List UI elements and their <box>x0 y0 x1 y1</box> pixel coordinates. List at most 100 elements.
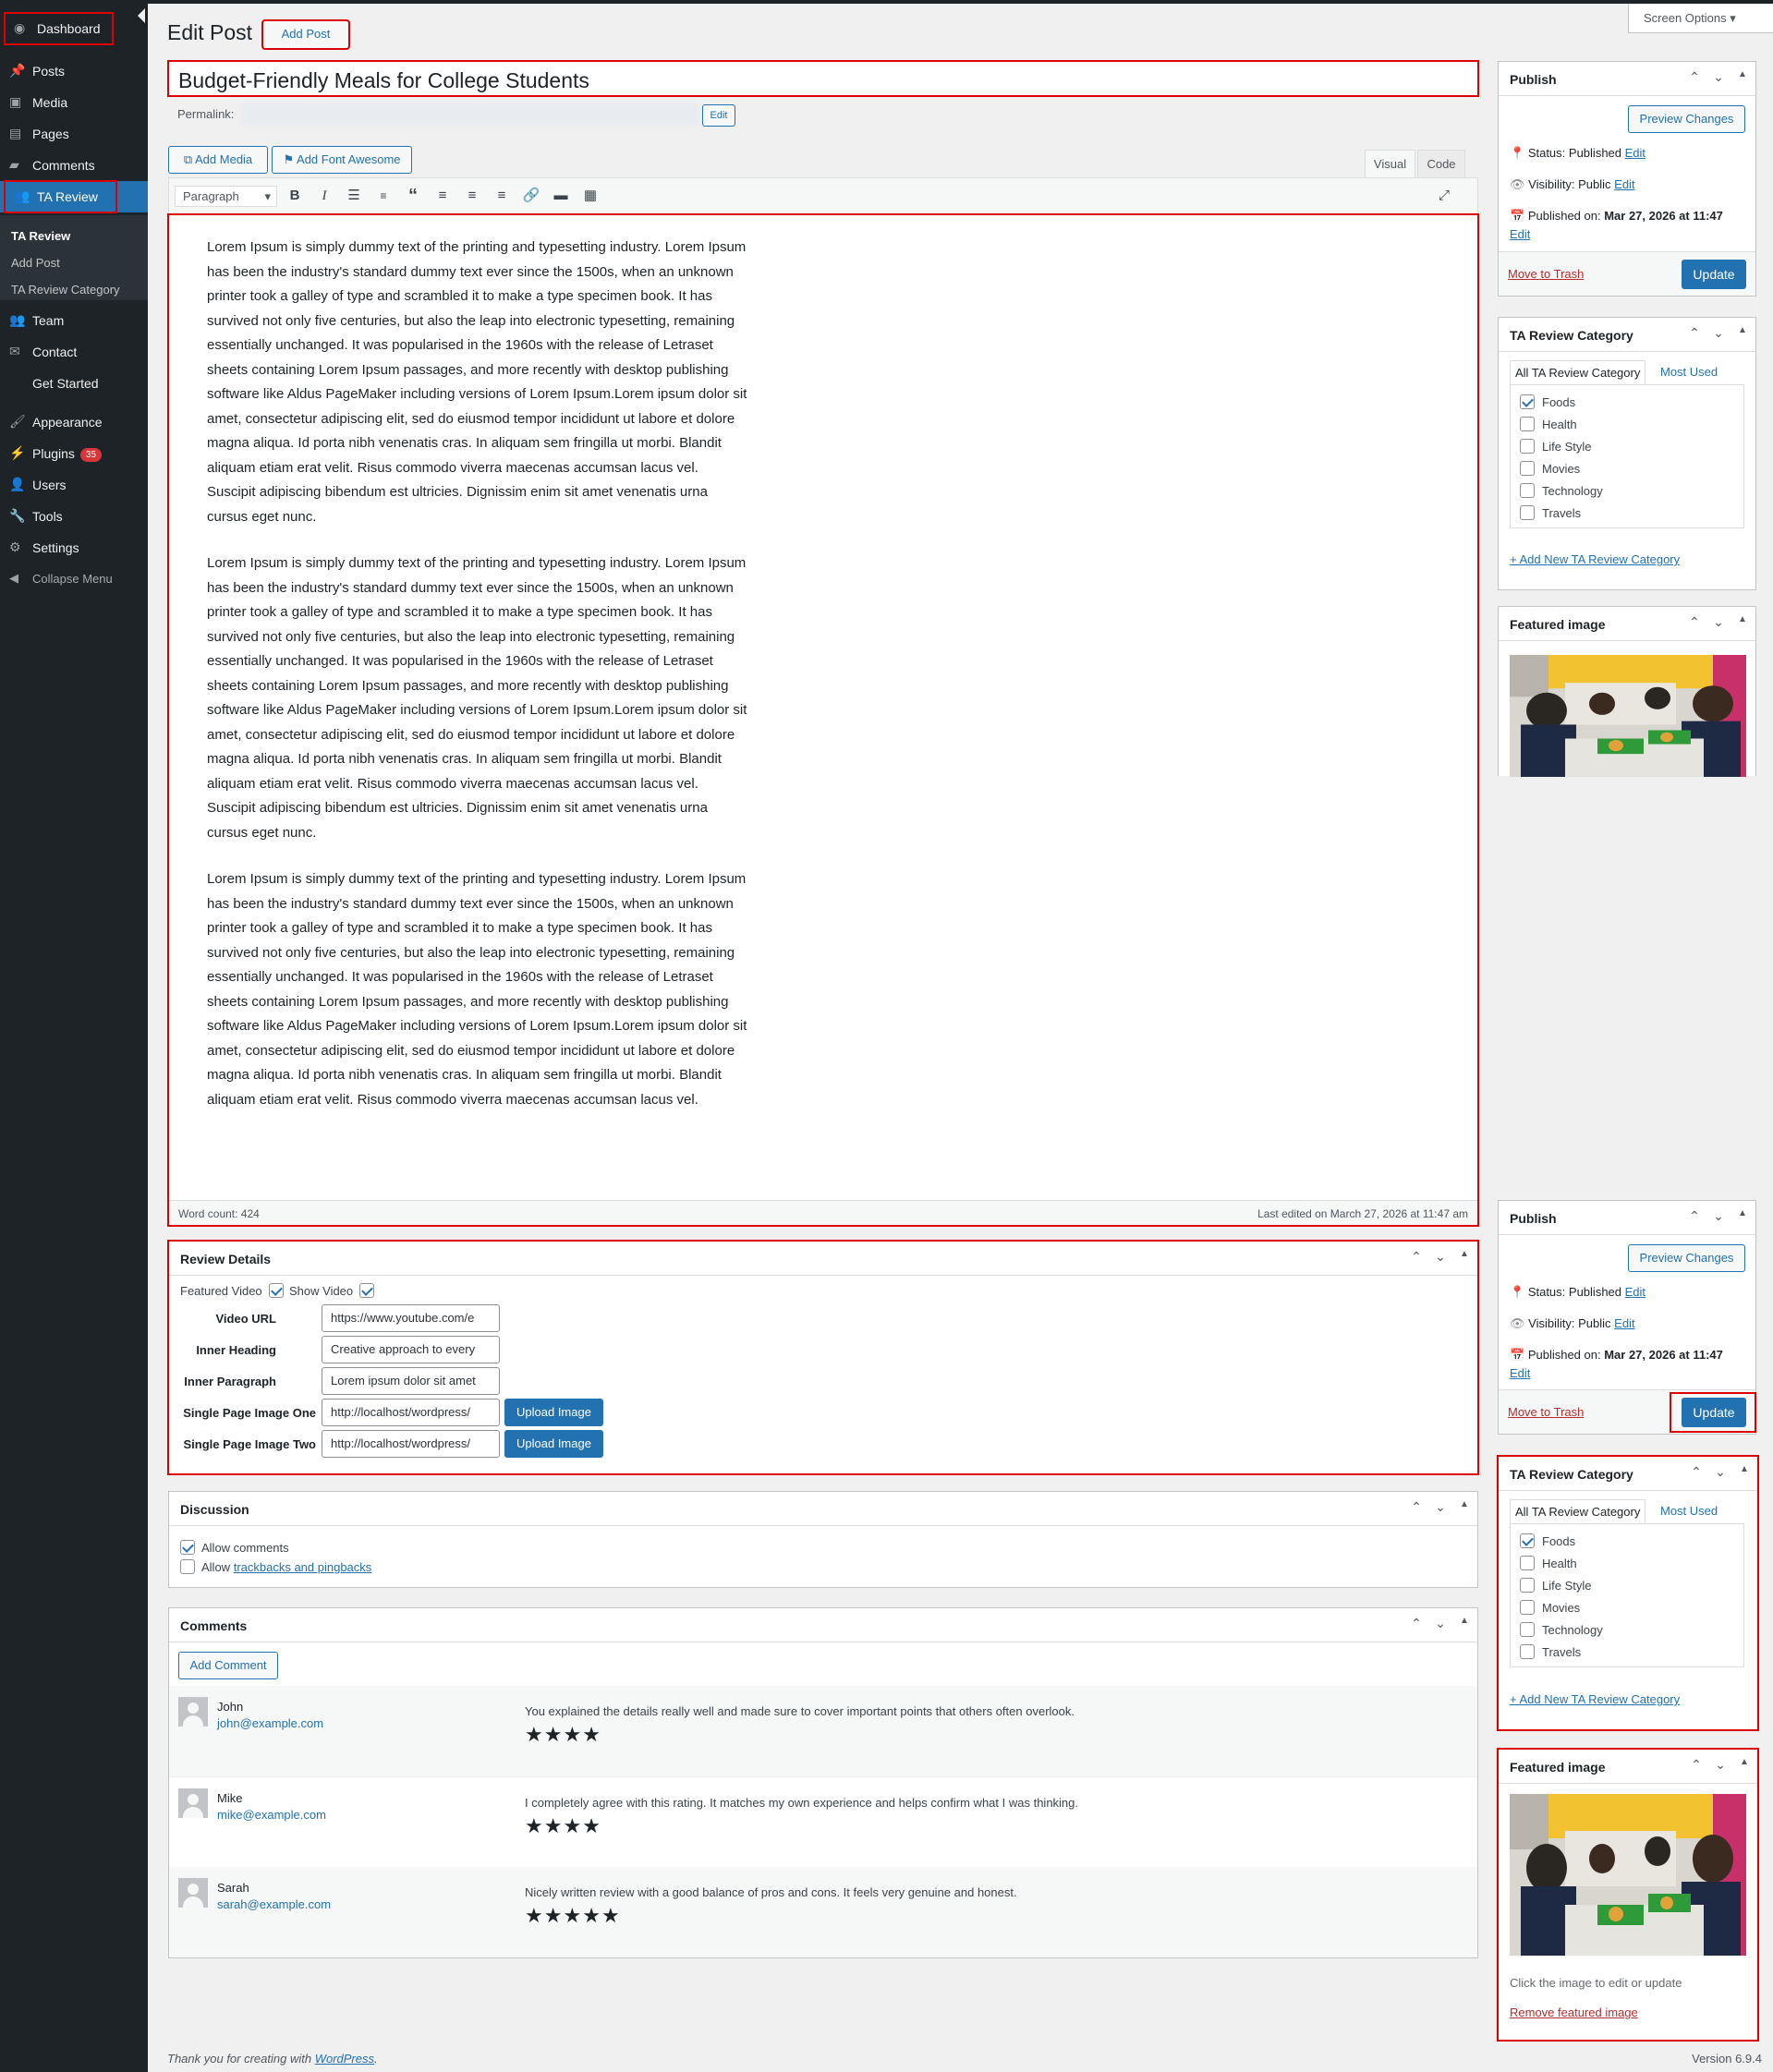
move-up-icon[interactable]: ⌃ <box>1687 1757 1706 1775</box>
status-edit-link[interactable]: Edit <box>1625 1285 1645 1299</box>
collapse-toggle-icon[interactable]: ▲ <box>1733 69 1752 88</box>
published-edit-link[interactable]: Edit <box>1510 227 1530 241</box>
numbered-list-icon[interactable]: ≡ <box>373 186 394 206</box>
move-up-icon[interactable]: ⌃ <box>1685 69 1704 88</box>
italic-icon[interactable]: I <box>314 186 334 206</box>
upload-image-two-button[interactable]: Upload Image <box>504 1430 603 1458</box>
submenu-item[interactable]: TA Review <box>0 223 148 248</box>
sidebar-item-dashboard[interactable]: ◉ Dashboard <box>4 12 114 45</box>
publish-header[interactable]: Publish ⌃ ⌄ ▲ <box>1499 62 1755 96</box>
category-checkbox[interactable] <box>1520 1644 1535 1659</box>
comment-email-link[interactable]: mike@example.com <box>217 1808 326 1822</box>
published-edit-link[interactable]: Edit <box>1510 1366 1530 1380</box>
sidebar-item-collapse-menu[interactable]: ◀ Collapse Menu <box>0 563 148 595</box>
collapse-toggle-icon[interactable]: ▲ <box>1455 1499 1474 1518</box>
tab-visual[interactable]: Visual <box>1365 150 1415 177</box>
move-down-icon[interactable]: ⌄ <box>1431 1616 1450 1634</box>
move-down-icon[interactable]: ⌄ <box>1431 1499 1450 1518</box>
move-to-trash-link[interactable]: Move to Trash <box>1508 267 1584 281</box>
sidebar-item-ta-review[interactable]: 👥 TA Review <box>4 180 117 213</box>
screen-options-button[interactable]: Screen Options ▾ <box>1628 4 1773 33</box>
featured-image-header[interactable]: Featured image ⌃ ⌄ ▲ <box>1499 1750 1757 1784</box>
featured-image-thumbnail[interactable] <box>1510 1794 1746 1956</box>
visibility-edit-link[interactable]: Edit <box>1614 177 1634 191</box>
comment-email-link[interactable]: sarah@example.com <box>217 1897 331 1911</box>
move-to-trash-link[interactable]: Move to Trash <box>1508 1405 1584 1419</box>
category-checkbox[interactable] <box>1520 483 1535 498</box>
add-post-button[interactable]: Add Post <box>261 19 350 50</box>
upload-image-one-button[interactable]: Upload Image <box>504 1399 603 1426</box>
editor-text[interactable]: Lorem Ipsum is simply dummy text of the … <box>207 236 747 1134</box>
editor-paragraph[interactable]: Lorem Ipsum is simply dummy text of the … <box>207 236 747 529</box>
move-up-icon[interactable]: ⌃ <box>1407 1249 1426 1267</box>
visibility-edit-link[interactable]: Edit <box>1614 1316 1634 1330</box>
tab-most-used[interactable]: Most Used <box>1660 1504 1718 1518</box>
move-up-icon[interactable]: ⌃ <box>1407 1499 1426 1518</box>
read-more-icon[interactable]: ▬ <box>551 186 571 206</box>
permalink-edit-button[interactable]: Edit <box>702 104 735 127</box>
category-checkbox[interactable] <box>1520 1600 1535 1615</box>
tab-most-used[interactable]: Most Used <box>1660 365 1718 379</box>
bullet-list-icon[interactable]: ☰ <box>344 186 364 206</box>
status-edit-link[interactable]: Edit <box>1625 146 1645 160</box>
collapse-toggle-icon[interactable]: ▲ <box>1733 614 1752 633</box>
image-one-input[interactable]: http://localhost/wordpress/ <box>322 1399 500 1426</box>
preview-changes-button[interactable]: Preview Changes <box>1628 105 1745 133</box>
move-up-icon[interactable]: ⌃ <box>1407 1616 1426 1634</box>
quote-icon[interactable]: “ <box>403 186 423 206</box>
category-checkbox[interactable] <box>1520 505 1535 520</box>
add-font-awesome-button[interactable]: ⚑ Add Font Awesome <box>272 146 412 174</box>
post-title-input[interactable]: Budget-Friendly Meals for College Studen… <box>167 60 1479 97</box>
move-up-icon[interactable]: ⌃ <box>1685 614 1704 633</box>
sidebar-item-settings[interactable]: ⚙ Settings <box>0 532 148 563</box>
collapse-toggle-icon[interactable]: ▲ <box>1455 1616 1474 1634</box>
publish-header[interactable]: Publish ⌃ ⌄ ▲ <box>1499 1201 1755 1235</box>
move-up-icon[interactable]: ⌃ <box>1685 325 1704 344</box>
move-down-icon[interactable]: ⌄ <box>1711 1757 1730 1775</box>
fullscreen-icon[interactable]: ⤢ <box>1434 186 1454 206</box>
align-right-icon[interactable]: ≡ <box>492 186 512 206</box>
allow-comments-checkbox[interactable] <box>180 1540 195 1555</box>
move-down-icon[interactable]: ⌄ <box>1709 614 1728 633</box>
sidebar-item-get-started[interactable]: Get Started <box>0 368 148 399</box>
collapse-toggle-icon[interactable]: ▲ <box>1735 1464 1754 1483</box>
remove-featured-image-link[interactable]: Remove featured image <box>1510 2005 1638 2019</box>
category-checkbox[interactable] <box>1520 439 1535 454</box>
featured-image-thumbnail[interactable] <box>1510 655 1746 777</box>
move-up-icon[interactable]: ⌃ <box>1687 1464 1706 1483</box>
sidebar-item-pages[interactable]: ▤ Pages <box>0 118 148 150</box>
image-two-input[interactable]: http://localhost/wordpress/ <box>322 1430 500 1458</box>
category-checkbox[interactable] <box>1520 1622 1535 1637</box>
move-up-icon[interactable]: ⌃ <box>1685 1208 1704 1227</box>
featured-video-checkbox[interactable] <box>269 1283 284 1298</box>
toolbar-toggle-icon[interactable]: ▦ <box>580 186 601 206</box>
category-checkbox[interactable] <box>1520 417 1535 431</box>
wordpress-link[interactable]: WordPress <box>315 2052 374 2066</box>
editor-content-area[interactable]: Lorem Ipsum is simply dummy text of the … <box>167 213 1479 1227</box>
add-media-button[interactable]: ⧉ Add Media <box>168 146 268 174</box>
add-new-category-link[interactable]: + Add New TA Review Category <box>1510 1692 1680 1706</box>
tab-code[interactable]: Code <box>1417 150 1465 177</box>
move-down-icon[interactable]: ⌄ <box>1709 69 1728 88</box>
move-down-icon[interactable]: ⌄ <box>1711 1464 1730 1483</box>
sidebar-item-tools[interactable]: 🔧 Tools <box>0 501 148 532</box>
sidebar-item-team[interactable]: 👥 Team <box>0 305 148 336</box>
add-comment-button[interactable]: Add Comment <box>178 1652 278 1679</box>
bold-icon[interactable]: B <box>285 186 305 206</box>
editor-paragraph[interactable]: Lorem Ipsum is simply dummy text of the … <box>207 551 747 845</box>
trackbacks-link[interactable]: trackbacks and pingbacks <box>234 1560 372 1574</box>
link-icon[interactable]: 🔗 <box>521 186 541 206</box>
permalink-url[interactable] <box>242 103 698 126</box>
inner-paragraph-input[interactable]: Lorem ipsum dolor sit amet <box>322 1367 500 1395</box>
move-down-icon[interactable]: ⌄ <box>1431 1249 1450 1267</box>
add-new-category-link[interactable]: + Add New TA Review Category <box>1510 552 1680 566</box>
discussion-header[interactable]: Discussion ⌃ ⌄ ▲ <box>169 1492 1477 1526</box>
sidebar-item-comments[interactable]: ▰ Comments <box>0 150 148 181</box>
inner-heading-input[interactable]: Creative approach to every <box>322 1336 500 1363</box>
category-checkbox[interactable] <box>1520 1578 1535 1593</box>
update-button[interactable]: Update <box>1682 1398 1746 1427</box>
sidebar-item-users[interactable]: 👤 Users <box>0 469 148 501</box>
align-center-icon[interactable]: ≡ <box>462 186 482 206</box>
collapse-toggle-icon[interactable]: ▲ <box>1455 1249 1474 1267</box>
sidebar-item-appearance[interactable]: 🖌 Appearance <box>0 406 148 438</box>
